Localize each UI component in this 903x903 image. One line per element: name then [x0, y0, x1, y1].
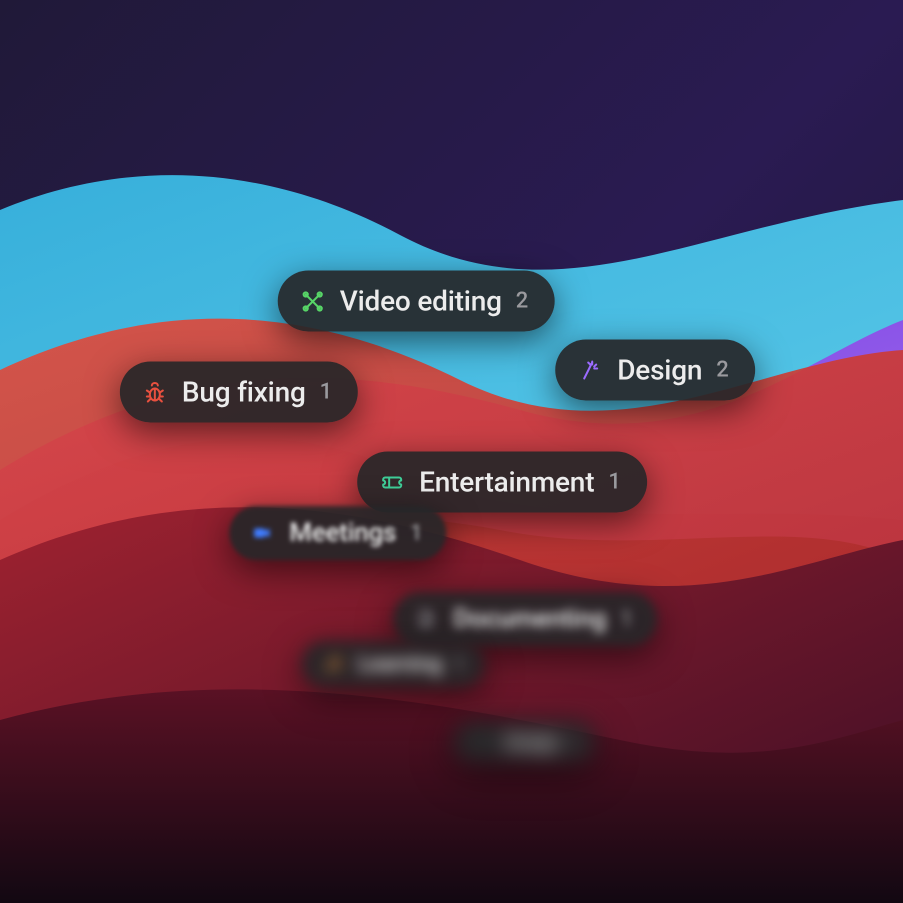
pill-bug-fixing[interactable]: Bug fixing 1 — [120, 362, 358, 423]
pill-label: Meetings — [289, 518, 396, 548]
pill-count: 1 — [608, 470, 621, 495]
tools-crossed-icon — [300, 288, 326, 314]
bug-icon — [142, 379, 168, 405]
document-icon — [413, 606, 439, 632]
pill-count: 2 — [716, 358, 729, 383]
pill-label: Design — [505, 732, 559, 753]
pill-design[interactable]: Design 2 — [555, 340, 755, 401]
pill-label: Bug fixing — [182, 376, 306, 409]
video-camera-icon — [249, 520, 275, 546]
pill-label: Design — [617, 354, 702, 387]
pill-count: 1 — [569, 733, 578, 751]
pill-learning[interactable]: Learning 1 — [302, 641, 485, 687]
pill-documenting[interactable]: Documenting 1 — [393, 592, 657, 646]
ticket-icon — [379, 469, 405, 495]
pill-count: 1 — [620, 607, 633, 632]
pill-label: Learning — [358, 652, 442, 677]
pill-count: 2 — [516, 289, 529, 314]
pill-video-editing[interactable]: Video editing 2 — [278, 271, 555, 332]
stage: Video editing 2 Bug fixing 1 Design — [0, 0, 903, 903]
magic-wand-icon — [577, 357, 603, 383]
pill-label: Video editing — [340, 285, 502, 318]
pill-label: Entertainment — [419, 466, 594, 499]
pill-meetings[interactable]: Meetings 1 — [229, 506, 446, 560]
pill-count: 1 — [410, 521, 423, 546]
pill-count: 1 — [320, 380, 333, 405]
pill-count: 1 — [454, 654, 464, 675]
pill-design-small[interactable]: Design 1 — [453, 721, 596, 763]
sparkle-icon — [469, 729, 495, 755]
pill-entertainment[interactable]: Entertainment 1 — [357, 452, 647, 513]
pill-label: Documenting — [453, 604, 606, 634]
music-note-icon — [320, 651, 346, 677]
